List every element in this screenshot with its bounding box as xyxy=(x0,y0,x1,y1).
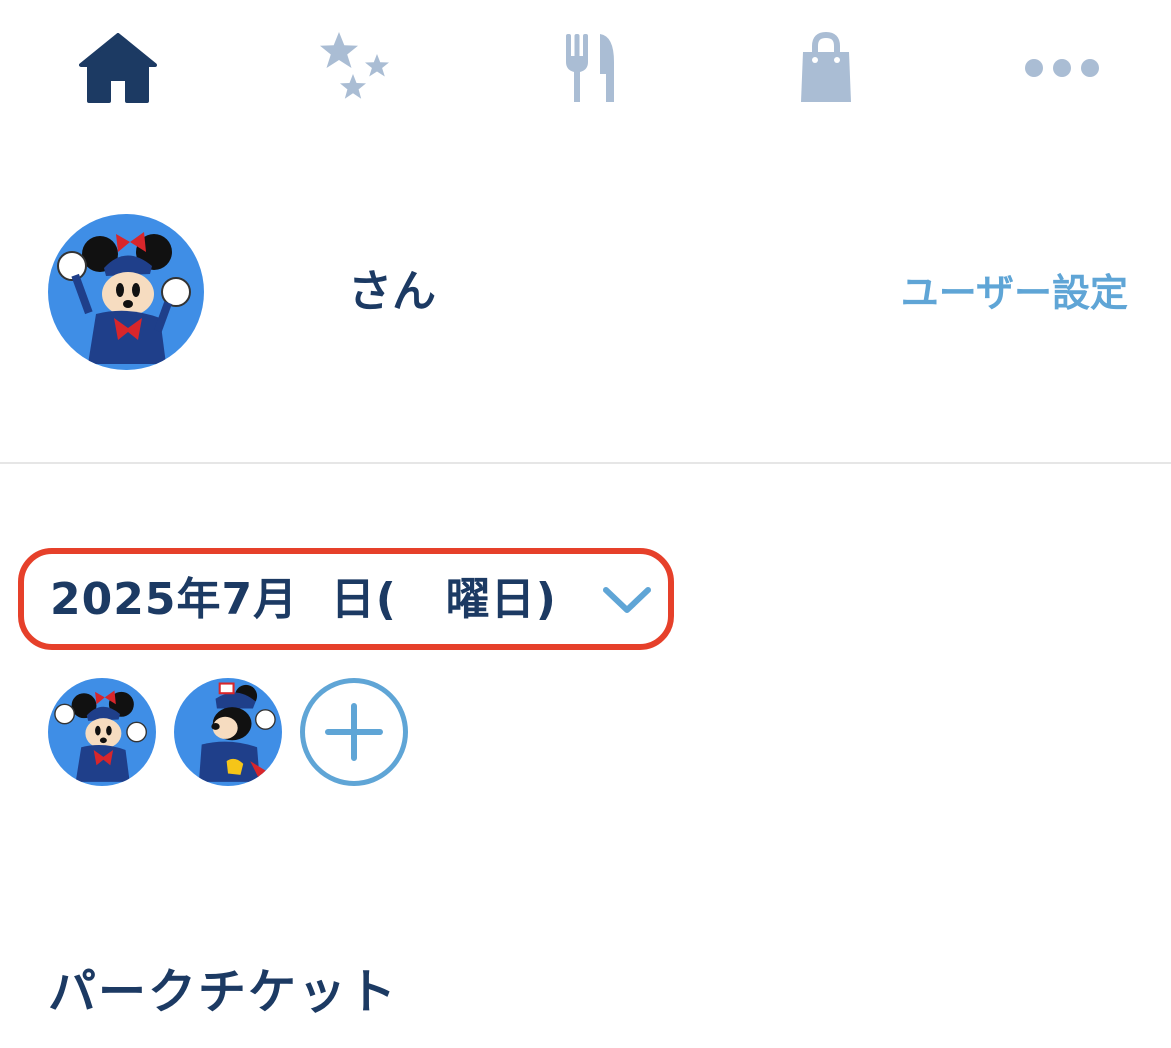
nav-more[interactable] xyxy=(1022,28,1102,108)
stars-icon xyxy=(320,32,389,99)
nav-home[interactable] xyxy=(78,28,158,108)
user-name-suffix: さん xyxy=(348,266,436,317)
park-ticket-heading: パークチケット xyxy=(48,964,399,1020)
nav-shopping[interactable] xyxy=(786,28,866,108)
user-avatar[interactable] xyxy=(48,214,204,370)
profile-section: さん ユーザー設定 xyxy=(48,214,1138,370)
section-divider xyxy=(0,462,1171,464)
visit-date-selector[interactable]: 2025年7月 日( 曜日) xyxy=(18,548,674,650)
user-settings-link[interactable]: ユーザー設定 xyxy=(901,270,1128,316)
plus-icon xyxy=(325,703,383,761)
companion-list xyxy=(48,678,428,788)
nav-entertainment[interactable] xyxy=(314,28,394,108)
chevron-down-icon xyxy=(603,587,651,613)
home-icon xyxy=(79,33,157,103)
more-icon xyxy=(1025,59,1099,77)
nav-restaurants[interactable] xyxy=(550,28,630,108)
visit-date-label: 2025年7月 日( 曜日) xyxy=(50,574,557,625)
top-nav xyxy=(0,0,1171,140)
companion-avatar[interactable] xyxy=(48,678,156,786)
add-companion-button[interactable] xyxy=(300,678,408,786)
shopping-bag-icon xyxy=(801,32,851,102)
companion-avatar[interactable] xyxy=(174,678,282,786)
mickey-avatar-image xyxy=(174,678,282,786)
minnie-avatar-image xyxy=(48,678,156,786)
fork-knife-icon xyxy=(566,34,614,102)
minnie-avatar-image xyxy=(48,214,204,370)
